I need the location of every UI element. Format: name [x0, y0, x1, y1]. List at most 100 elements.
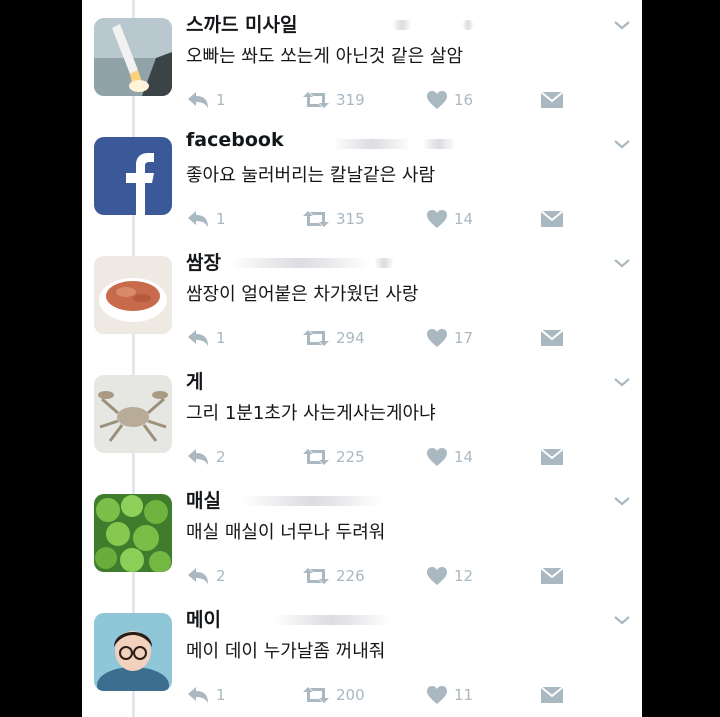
- reply-button[interactable]: 2: [186, 564, 226, 588]
- direct-message-button[interactable]: [540, 326, 564, 350]
- tweet-author-name[interactable]: 매실: [186, 486, 221, 513]
- envelope-icon: [540, 329, 564, 346]
- facebook-avatar[interactable]: [94, 137, 172, 215]
- like-count: 14: [454, 210, 474, 228]
- like-button[interactable]: 16: [426, 88, 473, 112]
- direct-message-button[interactable]: [540, 564, 564, 588]
- heart-icon: [427, 210, 447, 228]
- chevron-down-icon[interactable]: [612, 375, 632, 389]
- tweet-author-name[interactable]: 스까드 미사일: [186, 10, 298, 37]
- retweet-count: 225: [336, 448, 365, 466]
- tweet-item[interactable]: 매실 매실 매실이 너무나 두려워 2 226 12: [82, 476, 642, 595]
- reply-icon: [188, 211, 208, 227]
- redacted-handle: [272, 615, 392, 625]
- reply-button[interactable]: 1: [186, 326, 226, 350]
- like-button[interactable]: 11: [426, 683, 473, 707]
- reply-count: 1: [216, 210, 226, 228]
- tweet-item[interactable]: 메이 메이 데이 누가날좀 꺼내줘 1 200 11: [82, 595, 642, 714]
- retweet-button[interactable]: 294: [302, 326, 365, 350]
- tweet-author-name[interactable]: facebook: [186, 129, 284, 151]
- like-count: 16: [454, 91, 474, 109]
- reply-icon: [188, 92, 208, 108]
- tweet-actions: 2 226 12: [186, 564, 566, 588]
- chevron-down-icon[interactable]: [612, 137, 632, 151]
- retweet-button[interactable]: 225: [302, 445, 365, 469]
- retweet-button[interactable]: 315: [302, 207, 365, 231]
- tweet-text: 오빠는 쏴도 쏘는게 아닌것 같은 살암: [186, 46, 464, 67]
- crab-avatar[interactable]: [94, 375, 172, 453]
- tweet-author-name[interactable]: 메이: [186, 605, 221, 632]
- tweet-actions: 1 294 17: [186, 326, 566, 350]
- retweet-count: 315: [336, 210, 365, 228]
- like-count: 17: [454, 329, 474, 347]
- direct-message-button[interactable]: [540, 88, 564, 112]
- chevron-down-icon[interactable]: [612, 613, 632, 627]
- like-count: 12: [454, 567, 474, 585]
- tweet-text: 쌈장이 얼어붙은 차가웠던 사랑: [186, 284, 419, 305]
- heart-icon: [427, 448, 447, 466]
- reply-count: 2: [216, 567, 226, 585]
- tweet-author-name[interactable]: 게: [186, 367, 203, 394]
- like-count: 14: [454, 448, 474, 466]
- reply-icon: [188, 687, 208, 703]
- envelope-icon: [540, 448, 564, 465]
- redacted-handle: [462, 20, 474, 30]
- envelope-icon: [540, 686, 564, 703]
- plum-avatar[interactable]: [94, 494, 172, 572]
- tweet-actions: 1 315 14: [186, 207, 566, 231]
- like-button[interactable]: 12: [426, 564, 473, 588]
- redacted-handle: [242, 496, 382, 506]
- reply-button[interactable]: 1: [186, 88, 226, 112]
- tweet-actions: 2 225 14: [186, 445, 566, 469]
- tweet-text: 그리 1분1초가 사는게사는게아냐: [186, 403, 436, 424]
- chevron-down-icon[interactable]: [612, 18, 632, 32]
- direct-message-button[interactable]: [540, 445, 564, 469]
- reply-count: 1: [216, 329, 226, 347]
- heart-icon: [427, 686, 447, 704]
- retweet-count: 319: [336, 91, 365, 109]
- heart-icon: [427, 91, 447, 109]
- reply-button[interactable]: 1: [186, 683, 226, 707]
- redacted-handle: [230, 258, 370, 268]
- like-button[interactable]: 14: [426, 445, 473, 469]
- mei-avatar[interactable]: [94, 613, 172, 691]
- direct-message-button[interactable]: [540, 207, 564, 231]
- tweet-text: 메이 데이 누가날좀 꺼내줘: [186, 641, 386, 662]
- reply-icon: [188, 449, 208, 465]
- tweet-text: 매실 매실이 너무나 두려워: [186, 522, 386, 543]
- tweet-item[interactable]: 쌈장 쌈장이 얼어붙은 차가웠던 사랑 1 294 17: [82, 238, 642, 357]
- redacted-handle: [332, 139, 412, 149]
- retweet-button[interactable]: 226: [302, 564, 365, 588]
- tweet-item[interactable]: 게 그리 1분1초가 사는게사는게아냐 2 225 14: [82, 357, 642, 476]
- reply-button[interactable]: 2: [186, 445, 226, 469]
- retweet-icon: [303, 449, 329, 465]
- reply-button[interactable]: 1: [186, 207, 226, 231]
- chevron-down-icon[interactable]: [612, 256, 632, 270]
- retweet-count: 200: [336, 686, 365, 704]
- envelope-icon: [540, 210, 564, 227]
- like-button[interactable]: 17: [426, 326, 473, 350]
- reply-icon: [188, 330, 208, 346]
- envelope-icon: [540, 567, 564, 584]
- reply-count: 1: [216, 686, 226, 704]
- retweet-button[interactable]: 200: [302, 683, 365, 707]
- missile-avatar[interactable]: [94, 18, 172, 96]
- tweet-author-name[interactable]: 쌈장: [186, 248, 221, 275]
- reply-count: 1: [216, 91, 226, 109]
- tweet-actions: 1 200 11: [186, 683, 566, 707]
- chevron-down-icon[interactable]: [612, 494, 632, 508]
- reply-icon: [188, 568, 208, 584]
- retweet-count: 294: [336, 329, 365, 347]
- direct-message-button[interactable]: [540, 683, 564, 707]
- tweet-item[interactable]: facebook 좋아요 눌러버리는 칼날같은 사람 1 315 14: [82, 119, 642, 238]
- ssamjang-avatar[interactable]: [94, 256, 172, 334]
- retweet-icon: [303, 330, 329, 346]
- retweet-button[interactable]: 319: [302, 88, 365, 112]
- like-count: 11: [454, 686, 474, 704]
- tweet-text: 좋아요 눌러버리는 칼날같은 사람: [186, 165, 436, 186]
- tweet-item[interactable]: 스까드 미사일 오빠는 쏴도 쏘는게 아닌것 같은 살암 1 319 16: [82, 0, 642, 119]
- retweet-icon: [303, 211, 329, 227]
- heart-icon: [427, 329, 447, 347]
- tweet-actions: 1 319 16: [186, 88, 566, 112]
- like-button[interactable]: 14: [426, 207, 473, 231]
